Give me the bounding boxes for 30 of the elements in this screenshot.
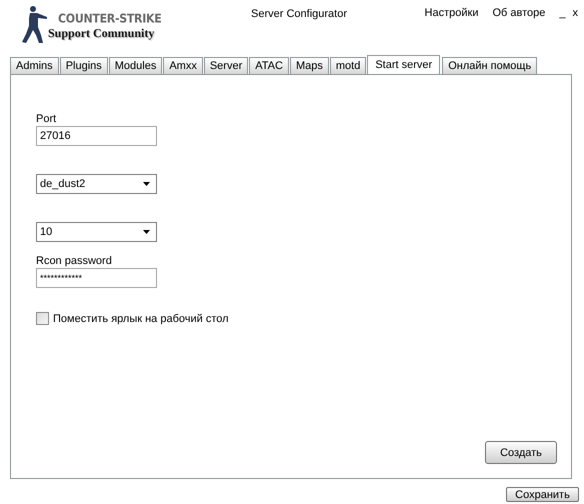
tab[interactable]: Amxx	[163, 57, 203, 74]
input-field[interactable]: ************	[36, 268, 157, 288]
close-button[interactable]: x	[572, 7, 578, 54]
dropdown[interactable]: de_dust2	[36, 174, 157, 194]
logo-subtitle: Support Community	[48, 26, 156, 41]
dropdown[interactable]: 10	[36, 222, 157, 242]
tab[interactable]: Start server	[367, 55, 440, 75]
caret-icon	[143, 230, 150, 234]
menu-item[interactable]: Об авторе	[492, 7, 546, 54]
tab[interactable]: ATAC	[249, 57, 289, 74]
input-field[interactable]: 27016	[36, 126, 157, 146]
logo-title: COUNTER-STRIKE	[58, 11, 162, 26]
create-button[interactable]: Создать	[485, 441, 557, 464]
tab[interactable]: motd	[330, 57, 366, 74]
soldier-figure-icon	[20, 5, 50, 45]
save-button[interactable]: Сохранить	[506, 487, 579, 502]
menu-item[interactable]: Настройки	[424, 7, 478, 54]
tab[interactable]: Admins	[10, 57, 59, 74]
field-label: Port	[36, 112, 58, 126]
tab[interactable]: Plugins	[60, 57, 108, 74]
tab[interactable]: Maps	[290, 57, 329, 74]
minimize-button[interactable]: _	[559, 7, 566, 54]
tab[interactable]: Онлайн помощь	[442, 57, 538, 74]
tab[interactable]: Server	[204, 57, 248, 74]
field-label: Rcon password	[36, 254, 113, 268]
caret-icon	[143, 182, 150, 186]
checkbox[interactable]	[36, 312, 49, 325]
window-title: Server Configurator	[251, 7, 347, 22]
checkbox-label: Поместить ярлык на рабочий стол	[53, 312, 229, 324]
tab[interactable]: Modules	[108, 57, 162, 74]
